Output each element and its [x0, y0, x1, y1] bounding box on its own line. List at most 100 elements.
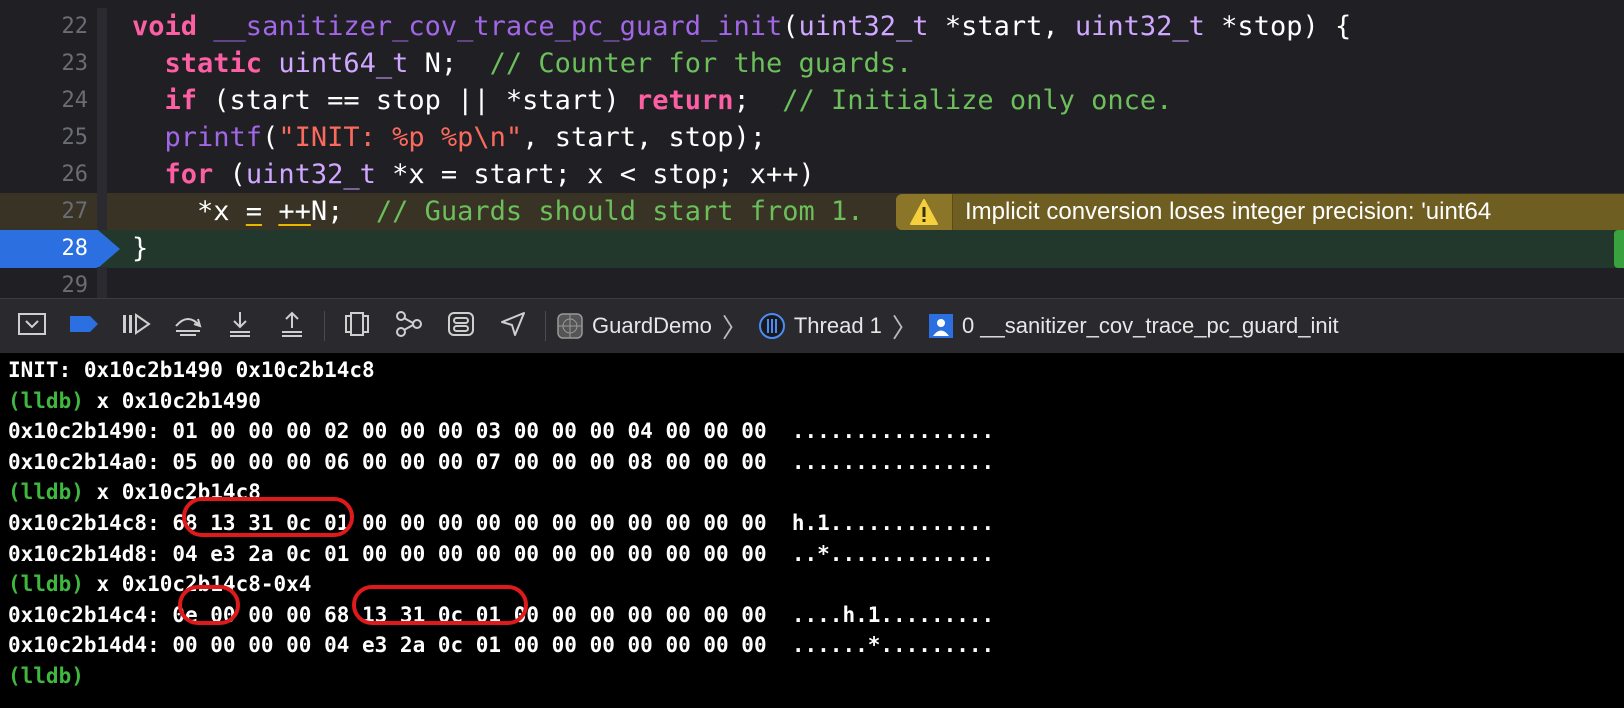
breadcrumb-thread-label: Thread 1: [793, 313, 882, 338]
code-line[interactable]: 25 printf("INIT: %p %p\n", start, stop);: [0, 119, 1624, 157]
step-over-icon: [172, 310, 204, 343]
breadcrumb-thread[interactable]: Thread 1 〉: [758, 308, 918, 345]
breakpoints-toggle-button[interactable]: [64, 306, 104, 346]
toolbar-divider: [324, 311, 325, 341]
gutter-ribbon[interactable]: [97, 156, 107, 194]
line-number[interactable]: 28: [0, 230, 98, 268]
breadcrumb-frame[interactable]: 0 __sanitizer_cov_trace_pc_guard_init: [928, 313, 1339, 339]
program-counter-arrow-icon[interactable]: [98, 230, 120, 268]
line-number[interactable]: 26: [0, 156, 89, 194]
warning-triangle-icon: [910, 199, 938, 225]
line-number[interactable]: 25: [0, 119, 89, 157]
step-over-button[interactable]: [168, 306, 208, 346]
code-token: (: [782, 11, 799, 42]
hide-debug-area-icon: [17, 312, 47, 341]
warning-icon-box: [896, 194, 953, 230]
code-token: }: [132, 233, 149, 264]
line-number[interactable]: 27: [0, 193, 89, 231]
hide-debug-area-button[interactable]: [12, 306, 52, 346]
step-out-button[interactable]: [272, 306, 312, 346]
app-icon: [556, 312, 584, 340]
code-line[interactable]: 22 void __sanitizer_cov_trace_pc_guard_in…: [0, 8, 1624, 46]
simulate-location-button[interactable]: [493, 306, 533, 346]
step-out-icon: [278, 310, 306, 343]
line-number[interactable]: 22: [0, 8, 89, 46]
environment-overrides-button[interactable]: [441, 306, 481, 346]
code-token: N;: [408, 48, 490, 79]
warning-annotation[interactable]: Implicit conversion loses integer precis…: [896, 194, 1624, 230]
console-text: x 0x10c2b1490: [83, 388, 261, 413]
step-into-button[interactable]: [220, 306, 260, 346]
code-token: *stop) {: [1204, 11, 1352, 42]
thread-icon: [758, 312, 786, 340]
console-line: 0x10c2b14a0: 05 00 00 00 06 00 00 00 07 …: [8, 447, 994, 478]
debug-console[interactable]: INIT: 0x10c2b1490 0x10c2b14c8 (lldb) x 0x…: [0, 353, 1624, 708]
code-token: N;: [310, 196, 376, 227]
code-token: // Counter for the guards.: [489, 48, 913, 79]
code-text: }: [132, 230, 148, 268]
highlight-circle-3: [352, 585, 528, 625]
code-token: (start == stop || *start): [197, 85, 636, 116]
view-debugger-button[interactable]: [337, 306, 377, 346]
code-token: *start,: [928, 11, 1075, 42]
console-line: 0x10c2b14d4: 00 00 00 00 04 e3 2a 0c 01 …: [8, 630, 994, 661]
continue-button[interactable]: [116, 306, 156, 346]
line-number[interactable]: 24: [0, 82, 89, 120]
debug-toolbar: GuardDemo 〉 Thread 1 〉 0 __sanitizer_cov…: [0, 298, 1624, 354]
code-token: for: [164, 159, 214, 190]
breadcrumb-app[interactable]: GuardDemo 〉: [556, 308, 748, 345]
console-line: (lldb) x 0x10c2b1490: [8, 386, 261, 417]
gutter-ribbon[interactable]: [97, 119, 107, 157]
gutter-ribbon[interactable]: [97, 193, 107, 231]
code-token: printf: [164, 122, 263, 153]
thread-indicator: [1614, 230, 1624, 268]
source-editor[interactable]: 22 void __sanitizer_cov_trace_pc_guard_in…: [0, 0, 1624, 308]
gutter-ribbon[interactable]: [97, 82, 107, 120]
code-token: (: [262, 122, 279, 153]
environment-icon: [446, 310, 476, 343]
console-line: (lldb) x 0x10c2b14c8-0x4: [8, 569, 311, 600]
code-line[interactable]: 26 for (uint32_t *x = start; x < stop; x…: [0, 156, 1624, 194]
highlight-circle-2: [178, 585, 240, 625]
memory-graph-button[interactable]: [389, 306, 429, 346]
console-line: 0x10c2b14d8: 04 e3 2a 0c 01 00 00 00 00 …: [8, 539, 994, 570]
console-text: 0x10c2b14a0: 05 00 00 00 06 00 00 00 07 …: [8, 449, 995, 474]
code-text: for (uint32_t *x = start; x < stop; x++): [132, 156, 815, 194]
continue-icon: [120, 312, 152, 341]
console-text: 0x10c2b14d4: 00 00 00 00 04 e3 2a 0c 01 …: [8, 633, 995, 658]
chevron-right-icon: 〉: [891, 312, 918, 343]
code-token: static: [164, 48, 263, 79]
code-line[interactable]: 28}: [0, 230, 1624, 268]
gutter-ribbon[interactable]: [97, 45, 107, 83]
console-text: 0x10c2b14d8: 04 e3 2a 0c 01 00 00 00 00 …: [8, 541, 995, 566]
code-token: return: [635, 85, 734, 116]
code-text: static uint64_t N; // Counter for the gu…: [132, 45, 913, 83]
line-number[interactable]: 23: [0, 45, 89, 83]
lldb-prompt: (lldb): [8, 388, 84, 413]
code-line[interactable]: 23 static uint64_t N; // Counter for the…: [0, 45, 1624, 83]
toolbar-divider: [545, 311, 546, 341]
console-line: INIT: 0x10c2b1490 0x10c2b14c8: [8, 355, 375, 386]
code-token: if: [164, 85, 198, 116]
code-text: void __sanitizer_cov_trace_pc_guard_init…: [132, 8, 1351, 46]
console-line: 0x10c2b1490: 01 00 00 00 02 00 00 00 03 …: [8, 416, 994, 447]
highlight-circle-1: [182, 497, 354, 537]
console-line: 0x10c2b14c8: 68 13 31 0c 01 00 00 00 00 …: [8, 508, 994, 539]
breadcrumb-app-label: GuardDemo: [592, 313, 712, 338]
warning-message: Implicit conversion loses integer precis…: [953, 194, 1624, 230]
lldb-prompt: (lldb): [8, 480, 84, 505]
console-line: (lldb): [8, 661, 84, 692]
code-line[interactable]: 24 if (start == stop || *start) return; …: [0, 82, 1624, 120]
code-token: __sanitizer_cov_trace_pc_guard_init: [213, 11, 783, 42]
code-token: %p %p: [392, 122, 474, 153]
gutter-ribbon[interactable]: [97, 8, 107, 46]
code-text: if (start == stop || *start) return; // …: [132, 82, 1173, 120]
code-token: =: [245, 196, 263, 227]
console-text: 0x10c2b14c8: 68 13 31 0c 01 00 00 00 00 …: [8, 511, 995, 535]
